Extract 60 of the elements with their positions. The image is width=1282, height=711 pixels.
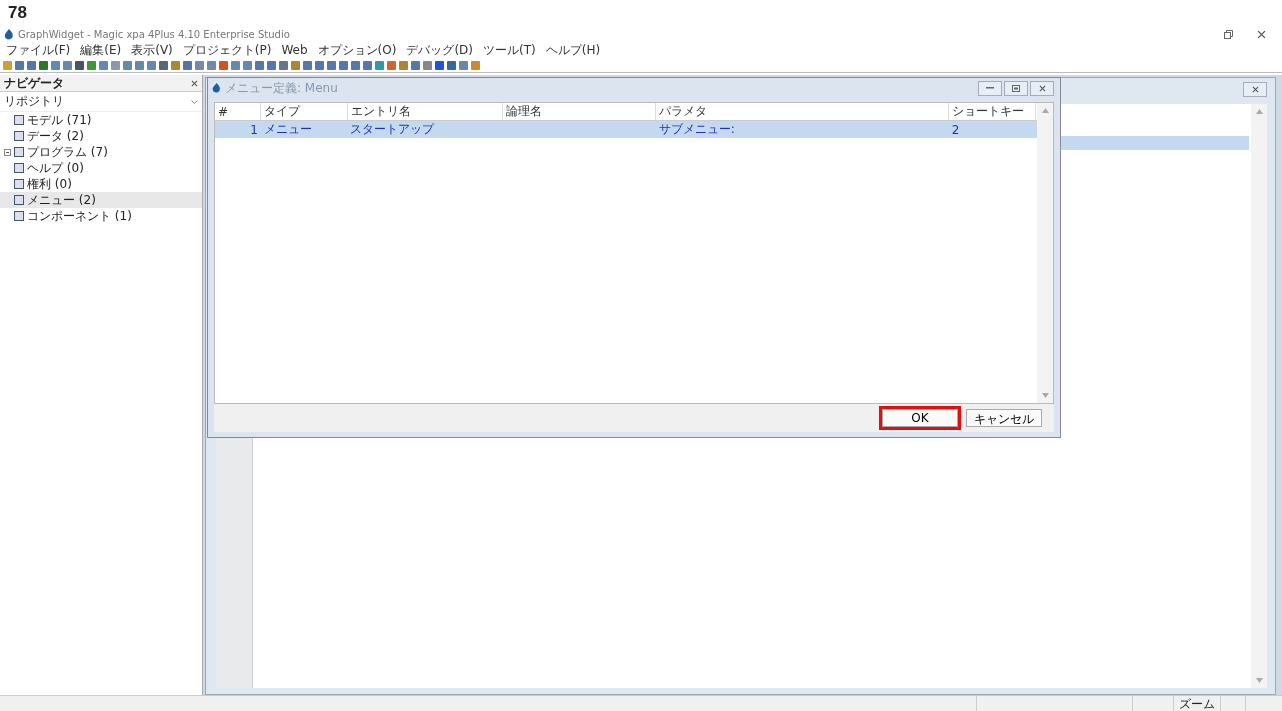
scrollbar[interactable] bbox=[1251, 104, 1267, 688]
menu-item[interactable]: 編集(E) bbox=[80, 41, 122, 59]
column-header: 論理名 bbox=[502, 103, 656, 121]
tree-item[interactable]: モデル (71) bbox=[0, 112, 202, 128]
close-button[interactable] bbox=[1243, 82, 1267, 97]
page-number: 78 bbox=[7, 2, 27, 24]
menu-item[interactable]: ファイル(F) bbox=[6, 41, 71, 59]
maximize-button[interactable] bbox=[1004, 80, 1028, 96]
tree-item[interactable]: データ (2) bbox=[0, 128, 202, 144]
maximize-icon[interactable] bbox=[1012, 84, 1020, 92]
close-icon[interactable] bbox=[191, 79, 198, 87]
minimize-icon[interactable] bbox=[986, 87, 994, 89]
column-header: ショートキー bbox=[948, 103, 1036, 121]
scroll-down-icon[interactable] bbox=[1041, 393, 1049, 398]
dialog-title: メニュー定義: Menu bbox=[225, 79, 338, 97]
menu-item[interactable]: プロジェクト(P) bbox=[182, 41, 272, 59]
column-header: エントリ名 bbox=[347, 103, 503, 121]
table-cell: サブメニュー: bbox=[658, 122, 735, 136]
scroll-down-icon[interactable] bbox=[1255, 678, 1263, 683]
tree-item[interactable]: ヘルプ (0) bbox=[0, 160, 202, 176]
restore-icon[interactable] bbox=[1224, 29, 1233, 39]
node-icon bbox=[14, 163, 24, 173]
menu-item[interactable]: Web bbox=[281, 43, 308, 57]
scroll-up-icon[interactable] bbox=[1041, 108, 1049, 113]
close-icon[interactable] bbox=[1251, 86, 1259, 93]
app-logo-icon bbox=[212, 83, 221, 93]
tree-item[interactable]: 権利 (0) bbox=[0, 176, 202, 192]
menu-item[interactable]: ヘルプ(H) bbox=[545, 41, 601, 59]
column-header: タイプ bbox=[261, 103, 348, 121]
node-icon bbox=[14, 179, 24, 189]
panel-title: ナビゲータ bbox=[4, 74, 64, 92]
column-header: # bbox=[215, 103, 261, 121]
close-button[interactable] bbox=[1030, 80, 1054, 96]
scrollbar[interactable] bbox=[1037, 103, 1053, 403]
close-icon[interactable] bbox=[1038, 84, 1046, 92]
window-title: GraphWidget - Magic xpa 4Plus 4.10 Enterprise Studio bbox=[18, 28, 291, 40]
menu-item[interactable]: オプション(O) bbox=[317, 41, 397, 59]
tree-item[interactable]: メニュー (2) bbox=[0, 192, 202, 208]
close-icon[interactable] bbox=[1257, 29, 1266, 39]
menu-item[interactable]: デバッグ(D) bbox=[406, 41, 473, 59]
chevron-down-icon[interactable] bbox=[191, 99, 198, 104]
table-cell: 1 bbox=[250, 122, 258, 137]
minimize-button[interactable] bbox=[978, 80, 1002, 96]
menu-item[interactable]: ツール(T) bbox=[483, 41, 536, 59]
section-label: リポジトリ bbox=[4, 93, 64, 110]
tree-item[interactable]: プログラム (7) bbox=[0, 144, 202, 160]
menu-item[interactable]: 表示(V) bbox=[131, 41, 173, 59]
tree-item[interactable]: コンポーネント (1) bbox=[0, 208, 202, 224]
collapse-icon[interactable] bbox=[4, 148, 11, 156]
dialog-button[interactable]: OK bbox=[882, 409, 958, 427]
table-cell: スタートアップ bbox=[350, 122, 435, 136]
node-icon bbox=[14, 195, 24, 205]
app-logo-icon bbox=[4, 28, 14, 40]
scroll-up-icon[interactable] bbox=[1255, 109, 1263, 114]
column-header: パラメタ bbox=[655, 103, 949, 121]
dialog-button[interactable]: キャンセル bbox=[966, 409, 1042, 427]
zoom-label: ズーム bbox=[1173, 696, 1220, 711]
table-cell: 2 bbox=[951, 122, 960, 137]
table-cell: メニュー bbox=[264, 122, 312, 136]
node-icon bbox=[14, 211, 24, 221]
